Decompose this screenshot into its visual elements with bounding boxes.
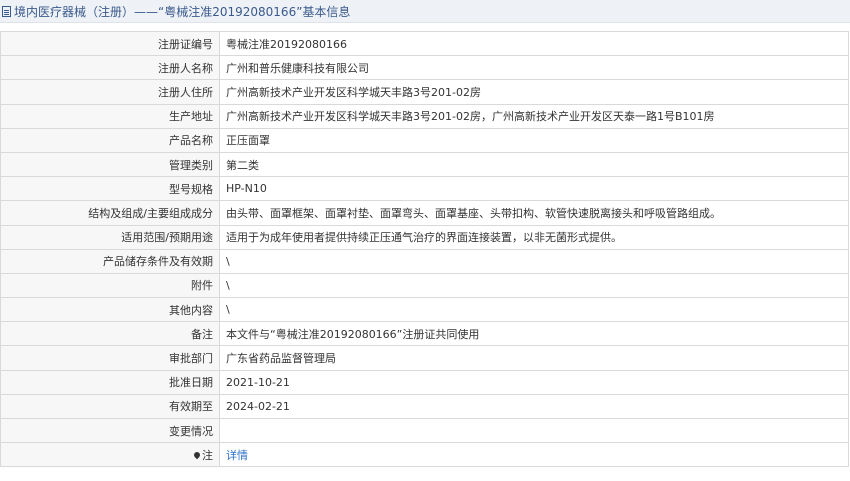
- table-row: 审批部门 广东省药品监督管理局: [0, 345, 849, 371]
- table-row: 结构及组成/主要组成成分 由头带、面罩框架、面罩衬垫、面罩弯头、面罩基座、头带扣构…: [0, 200, 849, 226]
- table-row: 变更情况: [0, 417, 849, 444]
- row-value: 广东省药品监督管理局: [219, 345, 849, 371]
- note-value-cell: 详情: [219, 442, 849, 468]
- row-value: 本文件与“粤械注准20192080166”注册证共同使用: [219, 321, 849, 347]
- note-label: 注: [202, 448, 213, 462]
- row-value: HP-N10: [219, 176, 849, 202]
- row-label: 注册人住所: [0, 79, 220, 105]
- row-value: 适用于为成年使用者提供持续正压通气治疗的界面连接装置，以非无菌形式提供。: [219, 224, 849, 250]
- details-link[interactable]: 详情: [226, 449, 248, 462]
- table-row: 注册人名称 广州和普乐健康科技有限公司: [0, 55, 849, 81]
- row-label: 审批部门: [0, 345, 220, 371]
- row-label: 有效期至: [0, 393, 220, 420]
- row-label: 生产地址: [0, 103, 220, 129]
- row-value: 2021-10-21: [219, 369, 849, 395]
- row-value: 正压面罩: [219, 127, 849, 153]
- row-value: 广州高新技术产业开发区科学城天丰路3号201-02房，广州高新技术产业开发区天泰…: [219, 103, 849, 129]
- note-row: 注 详情: [0, 442, 849, 468]
- row-label: 批准日期: [0, 369, 220, 395]
- page-header: 境内医疗器械（注册）——“粤械注准20192080166”基本信息: [0, 0, 850, 23]
- row-value: \: [219, 297, 849, 323]
- row-label: 变更情况: [0, 417, 220, 444]
- row-value: [219, 417, 849, 444]
- table-row: 适用范围/预期用途 适用于为成年使用者提供持续正压通气治疗的界面连接装置，以非无菌…: [0, 224, 849, 250]
- row-value: 2024-02-21: [219, 393, 849, 420]
- table-row: 注册证编号 粤械注准20192080166: [0, 30, 849, 57]
- table-row: 产品名称 正压面罩: [0, 127, 849, 153]
- row-label: 产品储存条件及有效期: [0, 248, 220, 274]
- row-value: \: [219, 248, 849, 274]
- table-row: 注册人住所 广州高新技术产业开发区科学城天丰路3号201-02房: [0, 79, 849, 105]
- row-value: \: [219, 272, 849, 299]
- note-label-cell: 注: [0, 442, 220, 468]
- row-label: 产品名称: [0, 127, 220, 153]
- table-row: 附件 \: [0, 272, 849, 299]
- row-value: 第二类: [219, 151, 849, 178]
- table-row: 其他内容 \: [0, 297, 849, 323]
- document-icon: [2, 5, 11, 17]
- row-label: 注册人名称: [0, 55, 220, 81]
- row-value: 广州和普乐健康科技有限公司: [219, 55, 849, 81]
- table-row: 生产地址 广州高新技术产业开发区科学城天丰路3号201-02房，广州高新技术产业开…: [0, 103, 849, 129]
- row-label: 备注: [0, 321, 220, 347]
- pin-icon: [192, 450, 202, 460]
- row-label: 适用范围/预期用途: [0, 224, 220, 250]
- row-label: 注册证编号: [0, 30, 220, 57]
- table-row: 管理类别 第二类: [0, 151, 849, 178]
- row-value: 粤械注准20192080166: [219, 30, 849, 57]
- row-label: 型号规格: [0, 176, 220, 202]
- row-label: 结构及组成/主要组成成分: [0, 200, 220, 226]
- row-value: 由头带、面罩框架、面罩衬垫、面罩弯头、面罩基座、头带扣构、软管快速脱离接头和呼吸…: [219, 200, 849, 226]
- table-row: 有效期至 2024-02-21: [0, 393, 849, 420]
- row-value: 广州高新技术产业开发区科学城天丰路3号201-02房: [219, 79, 849, 105]
- info-table: 注册证编号 粤械注准20192080166 注册人名称 广州和普乐健康科技有限公司 …: [0, 30, 849, 468]
- page-title: 境内医疗器械（注册）——“粤械注准20192080166”基本信息: [14, 4, 351, 19]
- table-row: 批准日期 2021-10-21: [0, 369, 849, 395]
- table-row: 产品储存条件及有效期 \: [0, 248, 849, 274]
- table-row: 备注 本文件与“粤械注准20192080166”注册证共同使用: [0, 321, 849, 347]
- row-label: 其他内容: [0, 297, 220, 323]
- table-row: 型号规格 HP-N10: [0, 176, 849, 202]
- row-label: 管理类别: [0, 151, 220, 178]
- row-label: 附件: [0, 272, 220, 299]
